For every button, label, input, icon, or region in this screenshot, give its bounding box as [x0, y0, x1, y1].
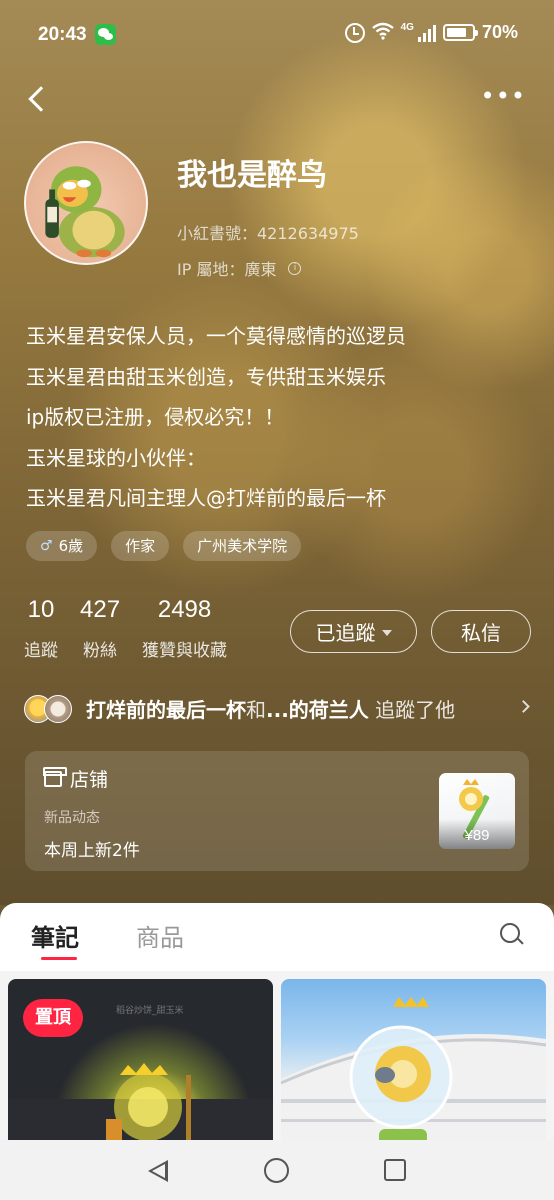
- watermark-text: 稻谷炒饼_甜玉米: [116, 1006, 184, 1016]
- mutual-suffix: 追蹤了他: [368, 698, 456, 722]
- more-icon[interactable]: •••: [481, 84, 526, 108]
- wechat-icon: [95, 24, 116, 45]
- battery-percent: 70%: [481, 22, 518, 42]
- shop-new-items: 本周上新2件: [44, 841, 140, 861]
- stat-following-label: 追蹤: [24, 641, 58, 661]
- tab-notes[interactable]: 筆記: [31, 918, 79, 953]
- stat-likes[interactable]: 2498 獲贊與收藏: [142, 596, 227, 661]
- battery-icon: [442, 24, 478, 41]
- stat-likes-count: 2498: [157, 596, 212, 623]
- signal-icon: [417, 24, 436, 42]
- tag-school: 广州美术学院: [183, 531, 302, 561]
- stat-likes-label: 獲贊與收藏: [142, 641, 228, 661]
- mutual-joiner: 和: [246, 698, 266, 722]
- system-nav-bar: [0, 1140, 554, 1200]
- tag-occupation: 作家: [111, 531, 170, 561]
- notes-feed: 置頂 稻谷炒饼_甜玉米: [0, 971, 554, 1149]
- stat-following[interactable]: 10 追蹤: [24, 596, 58, 661]
- note-card[interactable]: 置頂 稻谷炒饼_甜玉米: [8, 979, 273, 1149]
- profile-ip-location: IP 屬地：廣東 i: [177, 256, 302, 280]
- back-icon[interactable]: [26, 86, 50, 112]
- wifi-icon: [371, 22, 394, 43]
- shop-title-label: 店铺: [70, 769, 109, 791]
- mutual-followers-row[interactable]: 打烊前的最后一杯和...的荷兰人 追蹤了他: [24, 692, 534, 726]
- note-card[interactable]: [281, 979, 546, 1149]
- stat-followers-label: 粉絲: [83, 641, 118, 661]
- content-tabs: 筆記 商品: [0, 903, 554, 971]
- status-icons: 4G 70%: [344, 22, 518, 43]
- shop-title: 店铺: [43, 765, 109, 792]
- tag-age-label: 6歲: [58, 537, 84, 555]
- profile-bio: 玉米星君安保人员，一个莫得感情的巡逻员 玉米星君由甜玉米创造，专供甜玉米娱乐 i…: [26, 324, 406, 510]
- caret-down-icon: [381, 630, 392, 636]
- store-icon: [43, 766, 67, 787]
- shop-price: ¥89: [439, 819, 515, 849]
- mutual-name-2: ...的荷兰人: [266, 698, 369, 722]
- avatar[interactable]: [24, 141, 148, 265]
- status-bar: 20:43 4G 70%: [0, 0, 554, 72]
- alarm-icon: [344, 22, 365, 43]
- nav-recent-icon[interactable]: [384, 1159, 406, 1181]
- nav-home-icon[interactable]: [264, 1158, 289, 1183]
- stat-following-count: 10: [27, 596, 55, 623]
- following-button[interactable]: 已追蹤: [290, 610, 417, 653]
- shop-product-thumbnail[interactable]: ¥89: [439, 773, 515, 849]
- pinned-badge: 置頂: [23, 999, 83, 1037]
- profile-name: 我也是醉鸟: [177, 158, 327, 193]
- tab-active-indicator: [41, 957, 77, 960]
- stat-followers[interactable]: 427 粉絲: [80, 596, 120, 661]
- search-icon[interactable]: [500, 923, 524, 947]
- message-button[interactable]: 私信: [431, 610, 531, 653]
- stat-followers-count: 427: [80, 596, 121, 623]
- profile-stats: 10 追蹤 427 粉絲 2498 獲贊與收藏: [24, 596, 227, 661]
- ip-location-text: IP 屬地：廣東: [177, 260, 277, 279]
- profile-tags: ♂ 6歲 作家 广州美术学院: [26, 531, 302, 561]
- shop-card[interactable]: 店铺 新品动态 本周上新2件 ¥89: [25, 751, 529, 871]
- tag-age: ♂ 6歲: [26, 531, 98, 561]
- shop-subtitle: 新品动态: [44, 810, 100, 826]
- gender-icon: ♂: [40, 538, 53, 554]
- nav-back-icon[interactable]: [148, 1160, 168, 1182]
- mutual-name-1: 打烊前的最后一杯: [86, 698, 246, 722]
- mutual-avatar: [44, 695, 72, 723]
- status-time: 20:43: [38, 24, 87, 45]
- mutual-followers-text: 打烊前的最后一杯和...的荷兰人 追蹤了他: [86, 694, 455, 723]
- profile-id[interactable]: 小紅書號：4212634975: [177, 220, 359, 244]
- chevron-right-icon: [517, 700, 530, 713]
- tab-goods[interactable]: 商品: [136, 918, 184, 953]
- network-type: 4G: [400, 22, 414, 33]
- info-icon[interactable]: i: [288, 261, 302, 275]
- following-label: 已追蹤: [315, 621, 376, 645]
